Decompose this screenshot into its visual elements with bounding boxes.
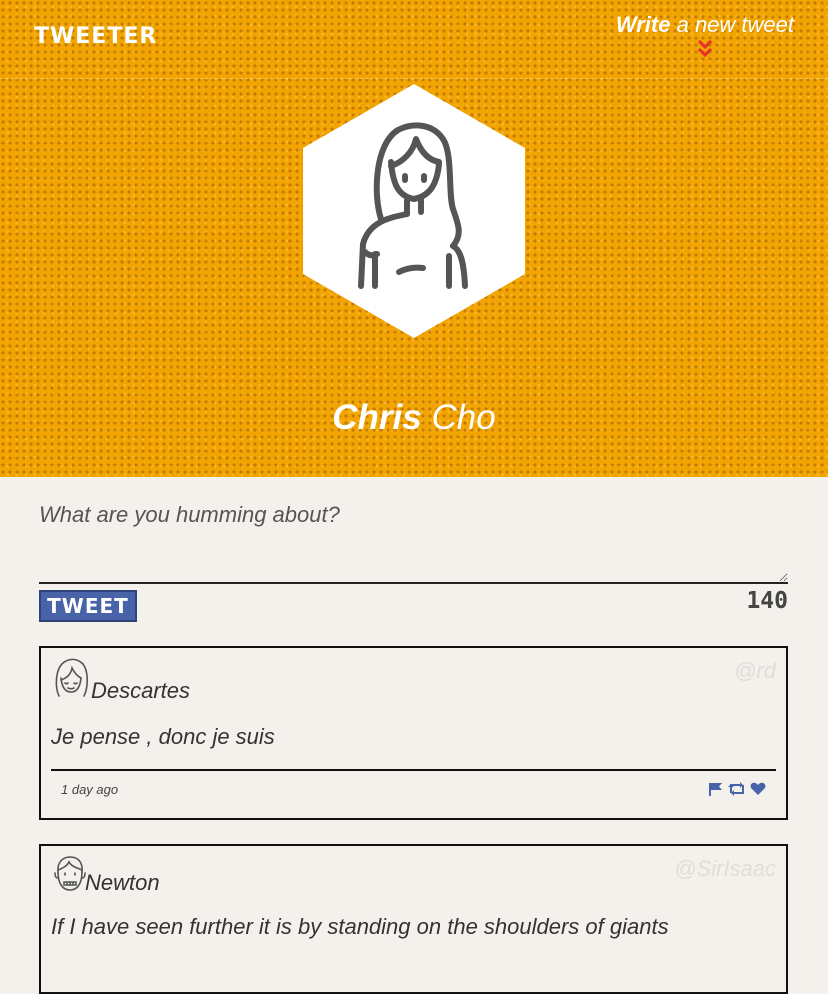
profile-avatar: [303, 84, 525, 338]
tweet-author-handle[interactable]: @rd: [734, 658, 776, 684]
tweet-compose-input[interactable]: [39, 496, 788, 584]
tweet-author-handle[interactable]: @SirIsaac: [674, 856, 776, 882]
profile-first-name: Chris: [332, 398, 422, 437]
character-counter: 140: [746, 588, 788, 614]
write-link-rest: a new tweet: [670, 12, 794, 37]
retweet-icon[interactable]: [728, 782, 746, 801]
tweet-card: Newton @SirIsaac If I have seen further …: [39, 844, 788, 994]
tweet-divider: [51, 769, 776, 771]
tweet-author-name[interactable]: Newton: [85, 870, 160, 896]
profile-name: Chris Cho: [0, 398, 828, 438]
profile-header: TWEETER Write a new tweet Chris Cho: [0, 0, 828, 477]
write-new-tweet-link[interactable]: Write a new tweet: [615, 12, 794, 58]
header-divider: [0, 78, 828, 79]
girl-avatar-icon: [55, 658, 89, 697]
tweet-text: If I have seen further it is by standing…: [51, 914, 669, 939]
double-chevron-down-icon[interactable]: [697, 39, 712, 58]
tweet-card: Descartes @rd Je pense , donc je suis 1 …: [39, 646, 788, 820]
tweet-timestamp: 1 day ago: [61, 782, 119, 797]
man-avatar-icon: [54, 856, 86, 891]
write-link-strong: Write: [615, 12, 671, 37]
tweet-text: Je pense , donc je suis: [51, 724, 275, 749]
profile-last-name: Cho: [431, 398, 496, 437]
tweet-actions: [708, 782, 766, 801]
heart-icon[interactable]: [750, 782, 766, 801]
flag-icon[interactable]: [708, 782, 724, 801]
tweet-button[interactable]: TWEET: [39, 590, 137, 622]
brand-logo[interactable]: TWEETER: [34, 24, 157, 49]
tweet-author-name[interactable]: Descartes: [91, 678, 190, 704]
